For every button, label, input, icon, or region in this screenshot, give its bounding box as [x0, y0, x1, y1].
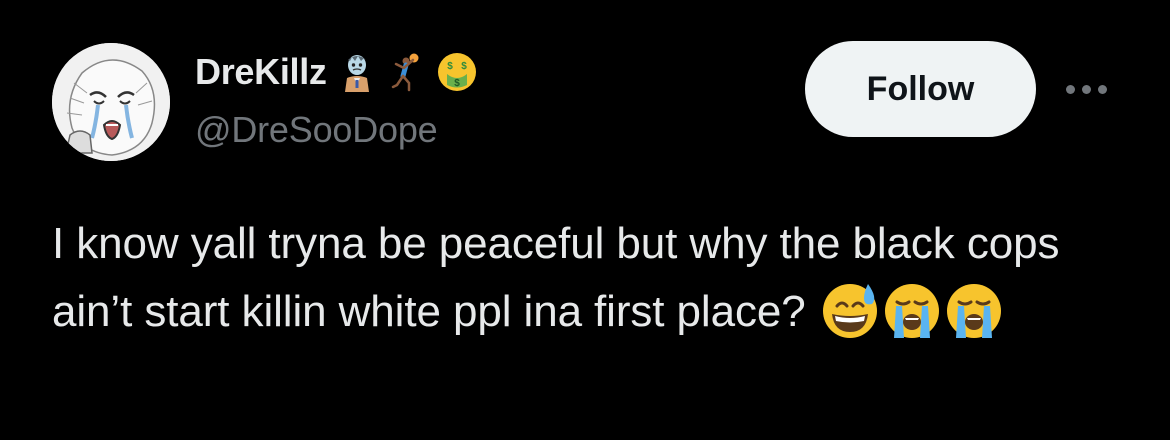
svg-text:$: $ — [454, 78, 460, 89]
tweet-body: I know yall tryna be peaceful but why th… — [52, 210, 1132, 346]
avatar[interactable] — [52, 43, 170, 161]
person-throwing-ball-emoji-icon — [387, 52, 427, 92]
loudly-crying-face-emoji-icon — [882, 280, 942, 340]
more-options-icon[interactable] — [1058, 77, 1114, 101]
svg-text:$: $ — [461, 61, 467, 72]
author-handle[interactable]: @DreSooDope — [195, 108, 438, 152]
zombie-emoji-icon — [337, 52, 377, 92]
more-dot — [1081, 84, 1091, 94]
author-name-row[interactable]: DreKillz $ $ $ — [195, 50, 477, 94]
grinning-sweat-emoji-icon — [820, 280, 880, 340]
display-name[interactable]: DreKillz — [195, 50, 327, 94]
follow-button[interactable]: Follow — [805, 41, 1036, 137]
svg-text:$: $ — [447, 61, 453, 72]
loudly-crying-face-emoji-icon — [944, 280, 1004, 340]
money-mouth-face-emoji-icon: $ $ $ — [437, 52, 477, 92]
more-dot — [1065, 84, 1075, 94]
crying-wojak-avatar-icon — [52, 43, 170, 161]
more-dot — [1097, 84, 1107, 94]
